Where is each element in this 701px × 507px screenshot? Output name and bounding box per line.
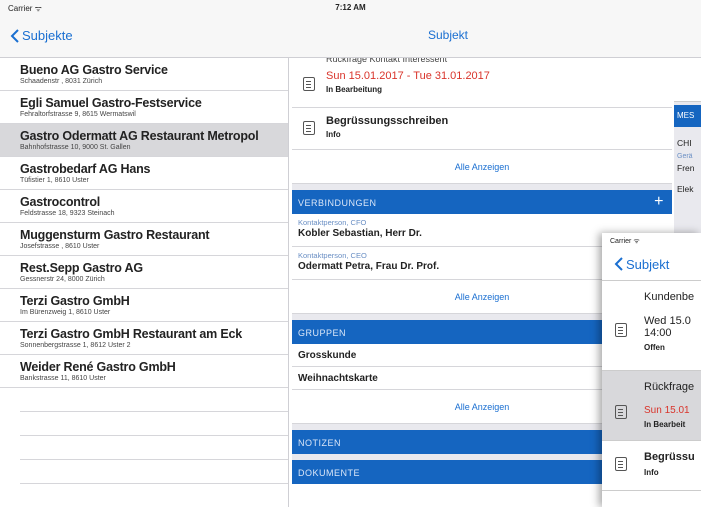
phone-activity-status: Info [644,468,659,477]
document-icon [303,121,315,135]
section-header-connections: VERBINDUNGEN + [292,190,672,214]
add-connection-button[interactable]: + [654,194,664,210]
list-item-address: Feldstrasse 18, 9323 Steinach [20,210,115,217]
activity-row[interactable]: Begrüssungsschreiben Info [292,108,672,150]
list-item[interactable]: Egli Samuel Gastro-Festservice Fehraltorf… [0,91,288,124]
list-item-name: Bueno AG Gastro Service [20,63,168,77]
activities-card: Rückfrage Kontakt Interessent Sun 15.01.… [292,58,672,184]
phone-activity-row[interactable]: Kundenbe Wed 15.0 14:00 Offen [602,281,701,371]
right-panel-box [674,58,701,102]
list-item-name: Muggensturm Gastro Restaurant [20,228,210,242]
empty-row [20,436,288,460]
list-item[interactable]: Terzi Gastro GmbH Restaurant am Eck Sonne… [0,322,288,355]
list-item[interactable]: Gastrocontrol Feldstrasse 18, 9323 Steina… [0,190,288,223]
section-header-label: VERBINDUNGEN [298,198,377,208]
list-item-name: Terzi Gastro GmbH [20,294,130,308]
section-header-right: MES [674,105,701,127]
calendar-icon [615,323,627,337]
phone-back-label: Subjekt [626,257,670,272]
connection-role: Kontaktperson, CFO [298,218,367,227]
status-bar: Carrier ᯤ 7:12 AM [0,0,701,14]
phone-activity-row[interactable]: Begrüssu Info [602,441,701,491]
nav-title: Subjekt [427,28,469,42]
right-panel-line: Fren [677,163,695,173]
right-panel-line: Elek [677,184,694,194]
activity-status: In Bearbeitung [326,85,383,94]
document-icon [615,457,627,471]
phone-activity-status: In Bearbeit [644,420,686,429]
list-item[interactable]: Gastrobedarf AG Hans Tüfistier 1, 8610 Us… [0,157,288,190]
list-item-address: Bankstrasse 11, 8610 Uster [20,375,106,382]
activity-status: Info [326,130,341,139]
list-item-address: Schaadenstr , 8031 Zürich [20,78,103,85]
list-item-address: Fehraltorfstrasse 9, 8615 Wermatswil [20,111,136,118]
list-item-name: Gastro Odermatt AG Restaurant Metropol [20,129,259,143]
clock: 7:12 AM [335,3,366,12]
list-item-name: Weider René Gastro GmbH [20,360,176,374]
phone-back-button[interactable]: Subjekt [602,247,701,281]
list-item-address: Tüfistier 1, 8610 Uster [20,177,89,184]
activity-date-range: Sun 15.01.2017 - Tue 31.01.2017 [326,70,490,82]
chevron-left-icon [614,257,623,271]
phone-activity-title: Begrüssu [644,451,695,463]
app-window: Carrier ᯤ 7:12 AM Subjekte Subjekt Bueno… [0,0,701,507]
phone-activity-row-selected[interactable]: Rückfrage Sun 15.01 In Bearbeit [602,371,701,441]
list-item-name: Egli Samuel Gastro-Festservice [20,96,202,110]
list-item-address: Sonnenbergstrasse 1, 8612 Uster 2 [20,342,131,349]
list-item-address: Josefstrasse , 8610 Uster [20,243,100,250]
list-item[interactable]: Bueno AG Gastro Service Schaadenstr , 803… [0,58,288,91]
list-item-name: Gastrobedarf AG Hans [20,162,151,176]
empty-row [20,484,288,507]
show-all-activities-button[interactable]: Alle Anzeigen [292,150,672,184]
phone-activity-status: Offen [644,343,665,352]
list-item[interactable]: Rest.Sepp Gastro AG Gessnerstr 24, 8000 Z… [0,256,288,289]
right-panel-line: Gerä [677,153,693,160]
empty-row [20,388,288,412]
right-panel-line: CHI [677,138,692,148]
calendar-icon [303,77,315,91]
list-item-address: Im Bürenzweig 1, 8610 Uster [20,309,111,316]
phone-activity-title: Rückfrage [644,381,695,393]
activity-row[interactable]: Sun 15.01.2017 - Tue 31.01.2017 In Bearb… [292,64,672,108]
phone-activity-time: 14:00 [644,327,672,339]
list-item-address: Gessnerstr 24, 8000 Zürich [20,276,105,283]
list-item[interactable]: Muggensturm Gastro Restaurant Josefstrass… [0,223,288,256]
phone-activity-date: Wed 15.0 [644,315,691,327]
empty-row [20,460,288,484]
phone-overlay: Carrier ᯤ Subjekt Kundenbe Wed 15.0 14:0… [602,233,701,507]
list-item-name: Rest.Sepp Gastro AG [20,261,143,275]
empty-row [20,412,288,436]
list-item-selected[interactable]: Gastro Odermatt AG Restaurant Metropol Ba… [0,124,288,157]
list-item[interactable]: Weider René Gastro GmbH Bankstrasse 11, 8… [0,355,288,388]
list-item-name: Terzi Gastro GmbH Restaurant am Eck [20,327,243,341]
phone-activity-title: Kundenbe [644,291,695,303]
phone-status-bar: Carrier ᯤ [610,238,640,245]
calendar-icon [615,405,627,419]
activity-title: Begrüssungsschreiben [326,115,449,127]
list-item-address: Bahnhofstrasse 10, 9000 St. Gallen [20,144,131,151]
list-item[interactable]: Terzi Gastro GmbH Im Bürenzweig 1, 8610 U… [0,289,288,322]
subject-list: Bueno AG Gastro Service Schaadenstr , 803… [0,58,289,507]
list-item-name: Gastrocontrol [20,195,101,209]
navigation-bar: Subjekte Subjekt [0,14,701,58]
phone-activity-date: Sun 15.01 [644,405,690,416]
